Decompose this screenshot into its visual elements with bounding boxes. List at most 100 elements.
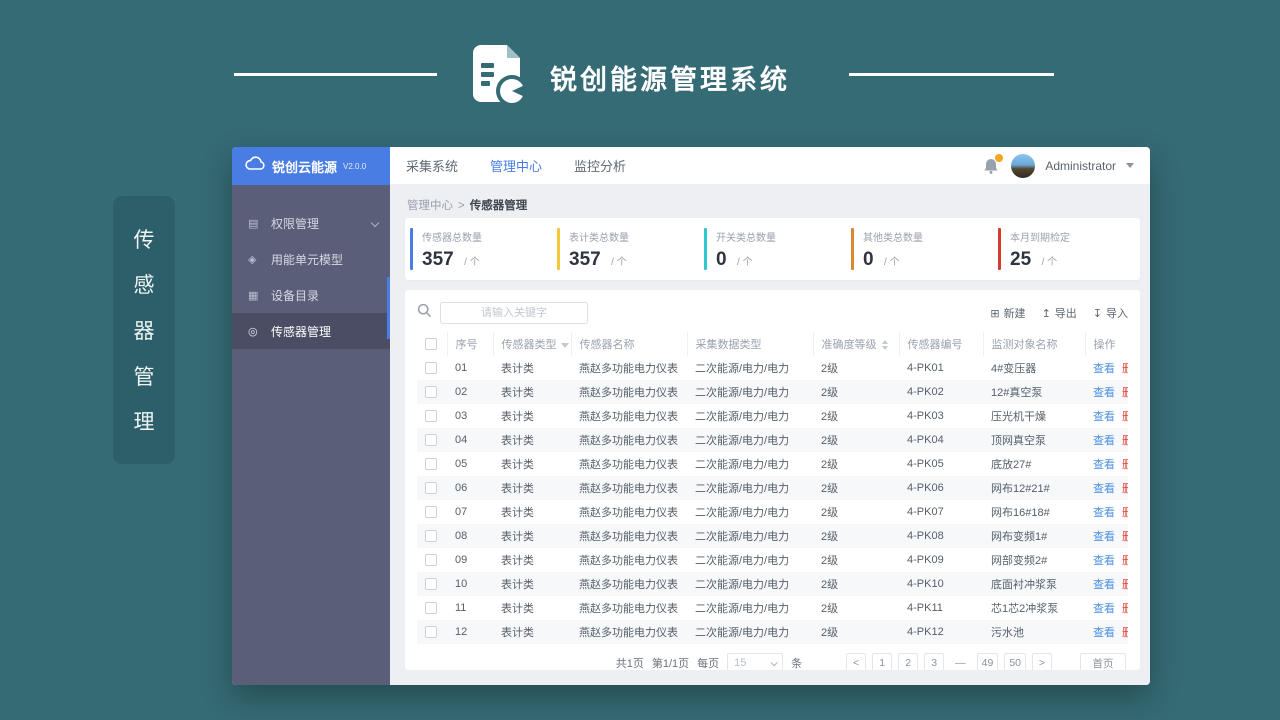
delete-link[interactable]: 删除 xyxy=(1122,483,1128,495)
user-menu-caret-icon[interactable] xyxy=(1126,163,1134,168)
view-link[interactable]: 查看 xyxy=(1093,411,1115,423)
cell-sensor-type: 表计类 xyxy=(501,411,534,423)
brand-line-left xyxy=(234,73,437,76)
sidebar-item[interactable]: ◎ 传感器管理 xyxy=(232,313,390,349)
notification-bell-icon[interactable] xyxy=(983,152,1005,175)
delete-link[interactable]: 删除 xyxy=(1122,411,1128,423)
cell-sensor-type: 表计类 xyxy=(501,459,534,471)
sidebar-item-icon: ◈ xyxy=(248,253,257,266)
view-link[interactable]: 查看 xyxy=(1093,363,1115,375)
delete-link[interactable]: 删除 xyxy=(1122,387,1128,399)
delete-link[interactable]: 删除 xyxy=(1122,531,1128,543)
view-link[interactable]: 查看 xyxy=(1093,435,1115,447)
cell-accuracy: 2级 xyxy=(821,627,839,639)
cell-accuracy: 2级 xyxy=(821,531,839,543)
delete-link[interactable]: 删除 xyxy=(1122,627,1128,639)
per-page-value: 15 xyxy=(734,657,747,669)
cell-sensor-code: 4-PK03 xyxy=(907,410,944,422)
row-checkbox[interactable] xyxy=(425,362,437,375)
stat-card: 传感器总数量 357 / 个 xyxy=(405,218,552,280)
breadcrumb-parent[interactable]: 管理中心 xyxy=(407,200,453,212)
row-checkbox[interactable] xyxy=(425,386,437,399)
cell-data-type: 二次能源/电力/电力 xyxy=(695,627,790,639)
delete-link[interactable]: 删除 xyxy=(1122,555,1128,567)
page-button[interactable]: — xyxy=(950,653,971,670)
cell-sensor-code: 4-PK10 xyxy=(907,578,944,590)
view-link[interactable]: 查看 xyxy=(1093,579,1115,591)
view-link[interactable]: 查看 xyxy=(1093,387,1115,399)
cell-data-type: 二次能源/电力/电力 xyxy=(695,483,790,495)
col-actions: 操作 xyxy=(1084,332,1128,356)
action-label: 新建 xyxy=(1003,308,1026,320)
cell-accuracy: 2级 xyxy=(821,435,839,447)
per-page-select[interactable]: 15 xyxy=(727,653,784,670)
top-nav-item[interactable]: 监控分析 xyxy=(574,156,626,175)
page-button[interactable]: 1 xyxy=(872,653,893,670)
delete-link[interactable]: 删除 xyxy=(1122,459,1128,471)
view-link[interactable]: 查看 xyxy=(1093,507,1115,519)
cell-target-name: 顶网真空泵 xyxy=(991,435,1046,447)
view-link[interactable]: 查看 xyxy=(1093,459,1115,471)
delete-link[interactable]: 删除 xyxy=(1122,507,1128,519)
row-checkbox[interactable] xyxy=(425,554,437,567)
cell-sensor-name: 燕赵多功能电力仪表 xyxy=(579,579,678,591)
side-tab-sensor-management[interactable]: 传感器管理 xyxy=(113,196,175,464)
select-all-checkbox[interactable] xyxy=(425,338,437,351)
next-page-button[interactable]: > xyxy=(1032,653,1052,670)
top-nav-item[interactable]: 管理中心 xyxy=(490,156,542,175)
sidebar-item[interactable]: ◈ 用能单元模型 xyxy=(232,241,390,277)
row-checkbox[interactable] xyxy=(425,578,437,591)
first-page-button[interactable]: 首页 xyxy=(1080,653,1126,670)
sort-icon[interactable] xyxy=(881,340,888,351)
pagination: 共1页 第1/1页 每页 15 条 < 1 2 3—49 50 > 首页 xyxy=(417,648,1128,670)
table-row: 12 表计类 燕赵多功能电力仪表 二次能源/电力/电力 2级 4-PK12 污水… xyxy=(417,620,1128,644)
cell-sensor-code: 4-PK01 xyxy=(907,362,944,374)
row-checkbox[interactable] xyxy=(425,482,437,495)
cell-sensor-name: 燕赵多功能电力仪表 xyxy=(579,555,678,567)
delete-link[interactable]: 删除 xyxy=(1122,603,1128,615)
sidebar-item[interactable]: ▦ 设备目录 xyxy=(232,277,390,313)
username[interactable]: Administrator xyxy=(1045,159,1116,173)
side-tab-char: 理 xyxy=(133,411,155,435)
row-checkbox[interactable] xyxy=(425,626,437,639)
row-checkbox[interactable] xyxy=(425,410,437,423)
view-link[interactable]: 查看 xyxy=(1093,555,1115,567)
page-button[interactable]: 3 xyxy=(924,653,945,670)
delete-link[interactable]: 删除 xyxy=(1122,435,1128,447)
col-sensor-code: 传感器编号 xyxy=(898,332,983,356)
view-link[interactable]: 查看 xyxy=(1093,627,1115,639)
table-action-button[interactable]: ↥ 导出 xyxy=(1042,305,1077,321)
row-checkbox[interactable] xyxy=(425,530,437,543)
delete-link[interactable]: 删除 xyxy=(1122,363,1128,375)
prev-page-button[interactable]: < xyxy=(846,653,867,670)
col-sensor-type[interactable]: 传感器类型 xyxy=(492,332,571,356)
view-link[interactable]: 查看 xyxy=(1093,483,1115,495)
top-nav-item[interactable]: 采集系统 xyxy=(406,156,458,175)
page-button[interactable]: 49 xyxy=(976,653,999,670)
search-input[interactable] xyxy=(440,302,588,324)
table-action-button[interactable]: ↧ 导入 xyxy=(1093,305,1128,321)
view-link[interactable]: 查看 xyxy=(1093,531,1115,543)
filter-icon[interactable] xyxy=(560,343,569,348)
row-checkbox[interactable] xyxy=(425,602,437,615)
row-checkbox[interactable] xyxy=(425,458,437,471)
cell-data-type: 二次能源/电力/电力 xyxy=(695,579,790,591)
action-icon: ↧ xyxy=(1092,307,1102,320)
sidebar-item[interactable]: ▤ 权限管理 xyxy=(232,205,390,241)
avatar[interactable] xyxy=(1011,153,1036,178)
page-button[interactable]: 2 xyxy=(898,653,919,670)
view-link[interactable]: 查看 xyxy=(1093,603,1115,615)
table-action-button[interactable]: ⊞ 新建 xyxy=(990,305,1025,321)
delete-link[interactable]: 删除 xyxy=(1122,579,1128,591)
row-checkbox[interactable] xyxy=(425,434,437,447)
cell-target-name: 12#真空泵 xyxy=(991,387,1043,399)
search-icon xyxy=(417,303,432,323)
stat-value: 25 xyxy=(1010,249,1032,270)
row-checkbox[interactable] xyxy=(425,506,437,519)
page-button[interactable]: 50 xyxy=(1004,653,1026,670)
col-accuracy[interactable]: 准确度等级 xyxy=(812,332,899,356)
sidebar-item-label: 权限管理 xyxy=(271,216,320,231)
app-logo-version: V2.0.0 xyxy=(343,161,367,171)
app-logo: 锐创云能源 V2.0.0 xyxy=(232,147,390,185)
cell-target-name: 污水池 xyxy=(991,627,1024,639)
